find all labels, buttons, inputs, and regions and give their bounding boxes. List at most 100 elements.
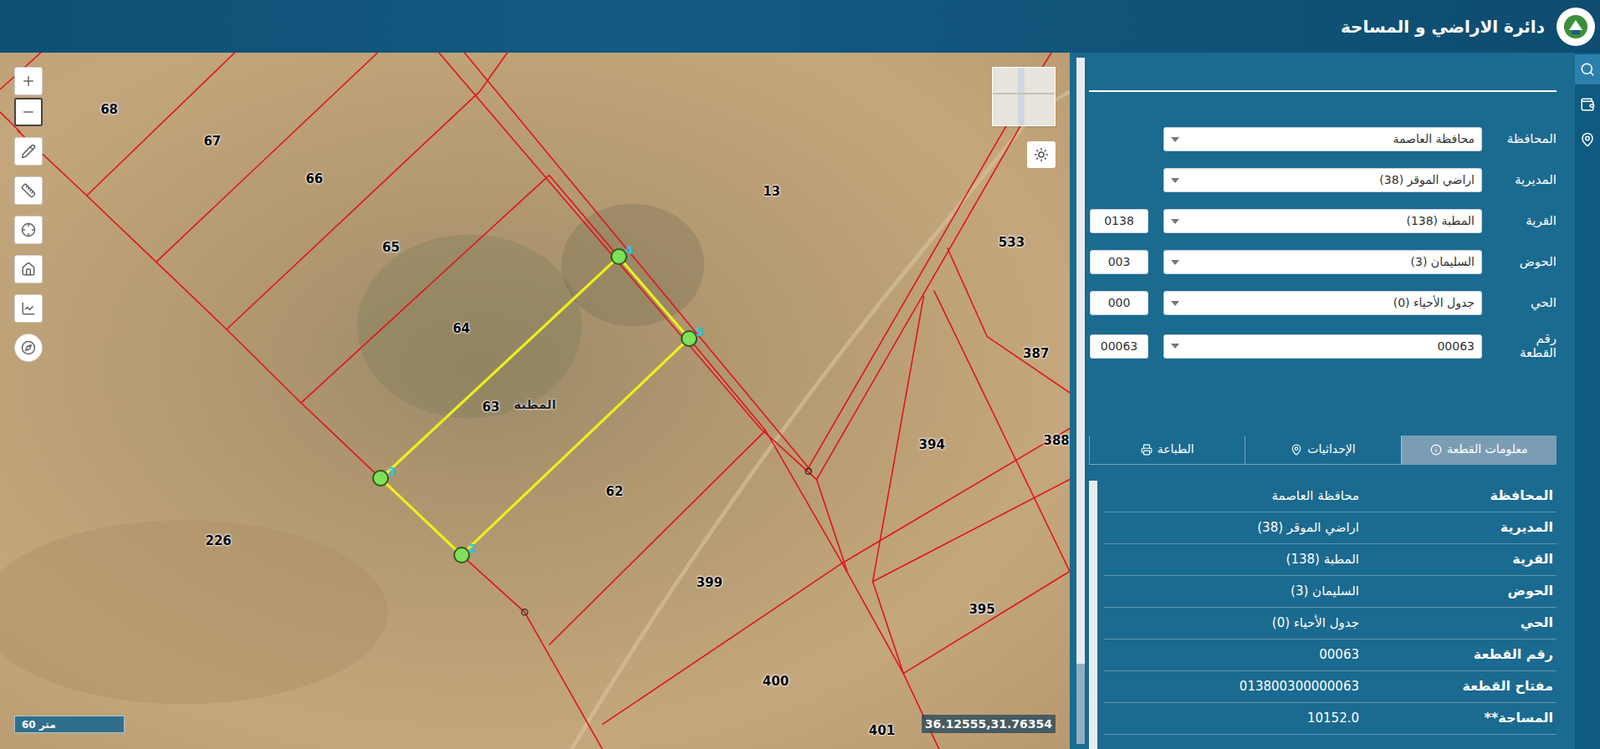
info-value: 10152.0	[1104, 709, 1360, 729]
form-label: المديرية	[1500, 173, 1557, 188]
location-button[interactable]	[1574, 124, 1600, 155]
info-row: الحوضالسليمان (3)	[1104, 576, 1557, 609]
parcel-label[interactable]: 400	[762, 672, 789, 692]
dropdown-caret-icon	[1170, 219, 1180, 225]
form-row: الحيجدول الأحياء (0)000	[1088, 291, 1557, 316]
form-label: رقم القطعة	[1500, 332, 1557, 362]
parcel-label[interactable]: 62	[605, 482, 624, 502]
zoom-in-button[interactable]	[14, 66, 43, 96]
print-icon	[1140, 444, 1153, 456]
sun-icon	[1033, 147, 1049, 163]
tab[interactable]: الطباعة	[1088, 435, 1245, 465]
form-row: القرية المطبة (138) 0138	[1088, 209, 1557, 234]
info-scrollbar[interactable]	[1088, 480, 1098, 749]
search-button[interactable]	[1574, 54, 1600, 85]
minimap[interactable]	[991, 66, 1056, 127]
info-row: مفتاح القطعة013800300000063	[1104, 671, 1557, 704]
form-code[interactable]: 003	[1089, 250, 1149, 275]
parcel-label[interactable]: 64	[452, 319, 471, 339]
form-row: الحوض السليمان (3) 003	[1088, 250, 1557, 275]
search-field[interactable]	[1088, 90, 1557, 93]
info-row: القريةالمطبة (138)	[1104, 544, 1557, 577]
dropdown-caret-icon	[1170, 301, 1180, 307]
parcel-form: المحافظةمحافظة العاصمة المديرية اراضي المو…	[1088, 127, 1557, 362]
parcel-label[interactable]: 66	[305, 169, 323, 190]
home-icon	[20, 261, 36, 277]
parcel-label[interactable]: 401	[869, 721, 895, 742]
home-button[interactable]	[14, 255, 43, 284]
tab[interactable]: الإحداثيات	[1244, 435, 1401, 465]
info-row: المساحة**10152.0	[1104, 703, 1557, 736]
form-row: رقم القطعة 00063 00063	[1088, 332, 1557, 362]
north-button[interactable]	[14, 333, 43, 363]
form-code[interactable]: 00063	[1089, 334, 1149, 359]
map-toolbar	[14, 66, 43, 363]
logo-icon[interactable]	[1556, 7, 1595, 47]
app: دائرة الاراضي و المساحة 68 67 66 65 64 63 62 13 5…	[0, 0, 1600, 749]
tab[interactable]: معلومات القطعة	[1400, 435, 1557, 465]
info-label: المساحة**	[1359, 708, 1557, 729]
dropdown-caret-icon	[1170, 260, 1180, 266]
info-label: رقم القطعة	[1359, 644, 1557, 665]
dropdown-caret-icon	[1170, 137, 1180, 143]
parcel-label[interactable]: 68	[100, 100, 118, 120]
form-dropdown[interactable]: محافظة العاصمة	[1163, 127, 1483, 152]
map[interactable]: 68 67 66 65 64 63 62 13 533 387 394 388 226 399 395 400…	[0, 52, 1070, 749]
parcel-label[interactable]: 394	[919, 435, 946, 455]
tabs: معلومات القطعةالإحداثياتالطباعة	[1088, 435, 1557, 466]
info-value: 00063	[1104, 645, 1360, 665]
locate-icon	[20, 222, 36, 238]
scale-bar: 60 متر	[14, 715, 125, 734]
side-panel: المحافظةمحافظة العاصمةالمديريةاراضي المو…	[1069, 52, 1600, 749]
parcel-label[interactable]: 388	[1042, 431, 1069, 451]
form-dropdown[interactable]: جدول الأحياء (0)	[1163, 291, 1483, 316]
profile-icon	[20, 301, 36, 317]
panel-scrollbar[interactable]	[1069, 52, 1089, 749]
measure-button[interactable]	[14, 176, 43, 205]
parcel-label[interactable]: 387	[1022, 344, 1049, 364]
form-dropdown[interactable]: المطبة (138)	[1163, 209, 1483, 234]
zoom-out-button[interactable]	[14, 97, 43, 127]
coordinates-icon	[1290, 444, 1303, 456]
form-label: الحوض	[1500, 255, 1557, 270]
wallet-icon	[1579, 97, 1595, 113]
draw-button[interactable]	[14, 137, 43, 166]
side-toolbar	[1574, 52, 1600, 749]
parcel-label[interactable]: 65	[382, 238, 400, 258]
profile-button[interactable]	[14, 294, 43, 323]
header: دائرة الاراضي و المساحة	[0, 0, 1600, 53]
main: 68 67 66 65 64 63 62 13 533 387 394 388 226 399 395 400…	[0, 52, 1600, 749]
info-value: المطبة (138)	[1104, 550, 1360, 570]
parcel-label[interactable]: 395	[968, 599, 995, 619]
info-label: مفتاح القطعة	[1359, 676, 1557, 697]
zoom-out-icon	[20, 104, 36, 120]
parcel-label[interactable]: 533	[998, 233, 1025, 253]
dropdown-caret-icon	[1170, 178, 1180, 184]
info-value: 013800300000063	[1104, 677, 1360, 697]
form-label: القرية	[1500, 214, 1557, 229]
info-row: الحيجدول الأحياء (0)	[1104, 608, 1557, 640]
form-dropdown[interactable]: اراضي الموقر (38)	[1163, 168, 1483, 193]
info-label: المحافظة	[1359, 485, 1557, 507]
form-code[interactable]: 000	[1089, 291, 1149, 316]
form-dropdown[interactable]: السليمان (3)	[1163, 250, 1483, 275]
parcel-label[interactable]: 67	[203, 132, 221, 152]
locate-button[interactable]	[14, 215, 43, 245]
info-row: رقم القطعة00063	[1104, 639, 1557, 672]
form-row: المديرية اراضي الموقر (38)	[1088, 168, 1557, 193]
parcel-label[interactable]: 399	[696, 573, 723, 593]
draw-icon	[20, 143, 36, 159]
form-row: المحافظةمحافظة العاصمة	[1088, 127, 1557, 152]
form-dropdown[interactable]: 00063	[1163, 334, 1483, 359]
wallet-button[interactable]	[1574, 89, 1600, 120]
parcel-label[interactable]: 13	[762, 182, 781, 202]
info-value: محافظة العاصمة	[1104, 486, 1360, 507]
form-code[interactable]: 0138	[1089, 209, 1149, 234]
info-label: الحي	[1359, 613, 1557, 634]
info-icon	[1430, 444, 1442, 456]
basemap-button[interactable]	[1027, 141, 1056, 169]
parcel-label[interactable]: 226	[205, 531, 232, 552]
panel-content: المحافظةمحافظة العاصمةالمديريةاراضي المو…	[1088, 52, 1557, 749]
north-icon	[20, 340, 36, 356]
parcel-label[interactable]: 63	[482, 398, 501, 418]
